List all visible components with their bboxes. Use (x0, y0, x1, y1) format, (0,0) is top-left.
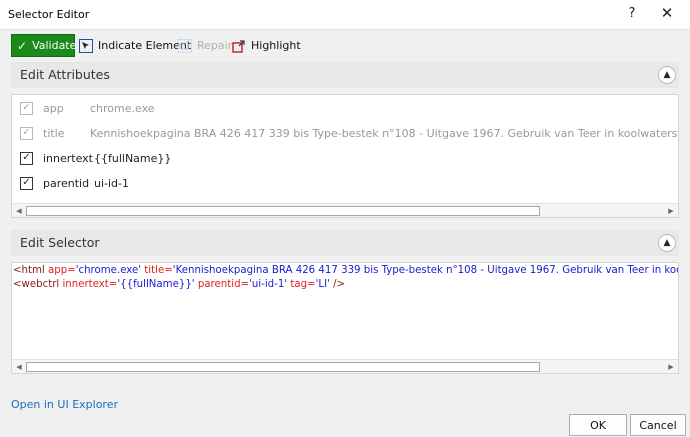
chevron-up-icon: ▲ (663, 70, 671, 80)
highlight-label: Highlight (251, 39, 301, 52)
repair-icon (178, 38, 192, 53)
attribute-value[interactable]: {{fullName}} (94, 152, 171, 165)
attributes-horizontal-scrollbar[interactable]: ◀ ▶ (12, 203, 678, 217)
attribute-value[interactable]: ui-id-1 (94, 177, 129, 190)
edit-attributes-header: Edit Attributes ▲ (11, 62, 679, 88)
collapse-selector-button[interactable]: ▲ (658, 234, 676, 252)
code-attr: parentid= (194, 279, 250, 290)
attribute-row-title: ✓ title Kennishoekpagina BRA 426 417 339… (12, 121, 678, 145)
validate-button[interactable]: ✓ Validate (11, 34, 77, 57)
chevron-up-icon: ▲ (663, 238, 671, 248)
code-attr: app= (44, 265, 76, 276)
attribute-row-parentid: ✓ parentid ui-id-1 (12, 171, 678, 195)
attribute-row-app: ✓ app chrome.exe (12, 96, 678, 120)
collapse-attributes-button[interactable]: ▲ (658, 66, 676, 84)
code-value: '{{fullName}}' (117, 279, 195, 290)
selector-horizontal-scrollbar[interactable]: ◀ ▶ (12, 359, 678, 373)
selector-line-webctrl: <webctrl innertext='{{fullName}}' parent… (13, 279, 345, 290)
close-button[interactable]: ✕ (656, 4, 678, 22)
code-value: 'ui-id-1' (249, 279, 288, 290)
code-value: 'LI' (315, 279, 330, 290)
code-tag: /> (329, 279, 346, 290)
edit-selector-heading: Edit Selector (20, 235, 100, 250)
indicate-element-icon (79, 38, 93, 53)
scroll-left-icon[interactable]: ◀ (13, 361, 25, 373)
attribute-checkbox-innertext[interactable]: ✓ (20, 151, 33, 165)
ok-button[interactable]: OK (569, 414, 627, 436)
selector-editor[interactable]: <html app='chrome.exe' title='Kennishoek… (11, 262, 679, 374)
attribute-name: title (43, 126, 65, 140)
attribute-row-innertext: ✓ innertext {{fullName}} (12, 146, 678, 170)
window-title: Selector Editor (8, 8, 90, 21)
attribute-value[interactable]: chrome.exe (90, 102, 155, 115)
attributes-list: ✓ app chrome.exe ✓ title Kennishoekpagin… (11, 94, 679, 218)
attribute-name: parentid (43, 176, 90, 190)
indicate-element-button[interactable]: Indicate Element (79, 34, 191, 57)
scroll-right-icon[interactable]: ▶ (665, 205, 677, 217)
code-attr: tag= (287, 279, 316, 290)
attribute-name: app (43, 101, 64, 115)
attribute-checkbox-parentid[interactable]: ✓ (20, 176, 33, 190)
code-value: 'Kennishoekpagina BRA 426 417 339 bis Ty… (172, 265, 678, 276)
scroll-left-icon[interactable]: ◀ (13, 205, 25, 217)
repair-button[interactable]: Repair (178, 34, 232, 57)
code-attr: title= (141, 265, 173, 276)
highlight-icon (232, 39, 246, 53)
code-tag: <webctrl (13, 279, 60, 290)
selector-line-html: <html app='chrome.exe' title='Kennishoek… (13, 265, 678, 276)
repair-label: Repair (197, 39, 233, 52)
scrollbar-thumb[interactable] (26, 206, 540, 216)
edit-selector-header: Edit Selector ▲ (11, 230, 679, 256)
toolbar: ✓ Validate Indicate Element Repair Highl… (0, 30, 690, 62)
cancel-button[interactable]: Cancel (630, 414, 686, 436)
code-attr: innertext= (59, 279, 118, 290)
open-in-ui-explorer-link[interactable]: Open in UI Explorer (11, 398, 118, 411)
attribute-checkbox-title[interactable]: ✓ (20, 126, 33, 140)
attribute-checkbox-app[interactable]: ✓ (20, 101, 33, 115)
code-tag: <html (13, 265, 45, 276)
attribute-name: innertext (43, 151, 93, 165)
checkmark-icon: ✓ (17, 38, 28, 53)
title-bar: Selector Editor ? ✕ (0, 0, 690, 30)
validate-label: Validate (32, 39, 77, 52)
highlight-button[interactable]: Highlight (232, 34, 301, 57)
scrollbar-thumb[interactable] (26, 362, 540, 372)
help-button[interactable]: ? (622, 6, 642, 21)
edit-attributes-heading: Edit Attributes (20, 67, 110, 82)
attribute-value[interactable]: Kennishoekpagina BRA 426 417 339 bis Typ… (90, 127, 678, 140)
scroll-right-icon[interactable]: ▶ (665, 361, 677, 373)
code-value: 'chrome.exe' (75, 265, 142, 276)
